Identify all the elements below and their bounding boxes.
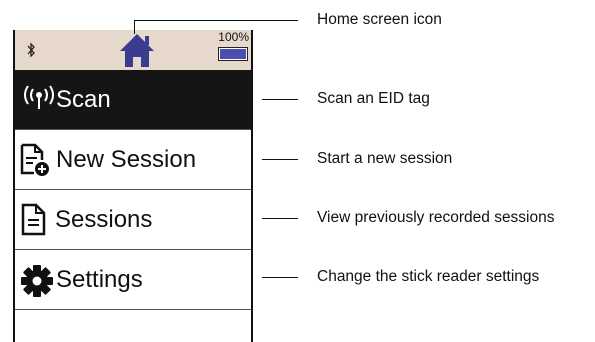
menu-item-new-session[interactable]: New Session <box>15 130 251 190</box>
home-icon[interactable] <box>118 31 156 69</box>
sessions-callout-line <box>262 218 298 219</box>
settings-callout-line <box>262 277 298 278</box>
home-callout-line <box>134 20 298 21</box>
menu-item-sessions[interactable]: Sessions <box>15 190 251 250</box>
scan-callout-line <box>262 99 298 100</box>
battery-percentage: 100% <box>218 30 249 44</box>
menu-item-settings[interactable]: Settings <box>15 250 251 310</box>
bluetooth-icon <box>27 42 35 58</box>
sessions-callout-label: View previously recorded sessions <box>317 209 555 226</box>
new-session-callout-line <box>262 159 298 160</box>
scan-callout-label: Scan an EID tag <box>317 90 430 107</box>
battery-level-fill <box>220 49 246 59</box>
home-callout-label: Home screen icon <box>317 11 442 28</box>
menu-item-label: Scan <box>56 86 111 113</box>
home-callout-leader <box>134 20 135 34</box>
new-document-icon <box>20 143 49 176</box>
menu-item-label: Settings <box>56 266 143 293</box>
gear-icon <box>21 265 53 297</box>
device-screen: 100% Scan New Session Sessions Settings <box>13 30 253 342</box>
new-session-callout-label: Start a new session <box>317 150 453 167</box>
document-icon <box>21 203 46 236</box>
antenna-icon <box>24 85 54 109</box>
settings-callout-label: Change the stick reader settings <box>317 268 540 285</box>
battery-icon <box>218 47 248 61</box>
status-bar: 100% <box>15 30 251 70</box>
menu-item-label: Sessions <box>55 206 153 233</box>
menu-item-scan[interactable]: Scan <box>15 70 251 130</box>
menu-item-label: New Session <box>56 146 197 173</box>
